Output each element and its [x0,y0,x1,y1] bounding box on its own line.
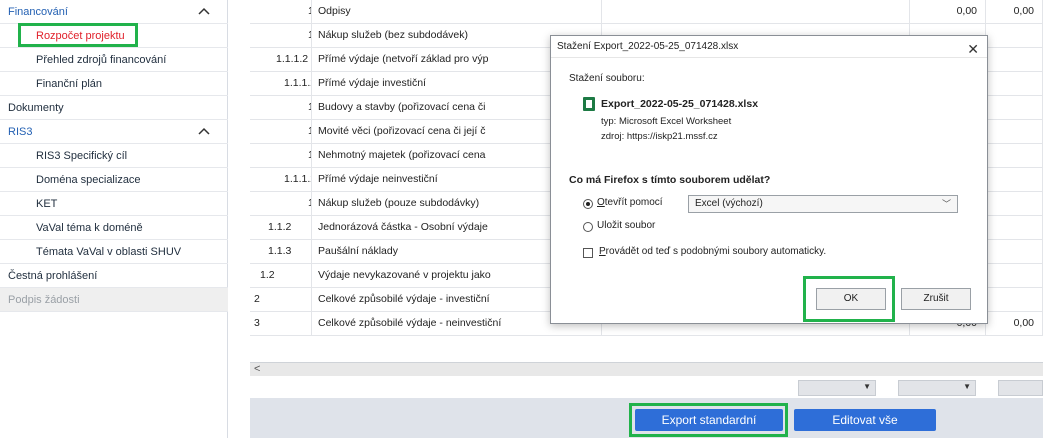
row-value-cell: 0,00 [986,0,1043,24]
sidebar-item-vaval-tema[interactable]: VaVal téma k doméně [0,216,228,240]
row-value-cell [986,216,1043,240]
sidebar-section-financovani[interactable]: Financování [0,0,228,24]
row-code-cell: 1.1.1.2.2 [250,168,312,192]
chevron-up-icon[interactable] [198,7,210,15]
sidebar-item-label: Témata VaVal v oblasti SHUV [36,245,182,258]
row-value-cell [986,120,1043,144]
auto-action-text: rovádět od teď s podobnými soubory autom… [605,246,827,257]
dropdown-arrow-icon: ▼ [863,382,871,391]
row-code-cell: 1.1.1.2.... [250,96,312,120]
file-type: typ: Microsoft Excel Worksheet [601,116,732,127]
row-value-cell [986,72,1043,96]
accelerator-key: O [597,197,605,208]
action-bar: Export standardní Editovat vše [250,398,1043,438]
download-label: Stažení souboru: [569,73,645,84]
sidebar-item-domena-specializace[interactable]: Doména specializace [0,168,228,192]
row-value-cell: 0,00 [910,0,986,24]
row-value-cell [986,144,1043,168]
sidebar-item-label: VaVal téma k doméně [36,221,143,234]
action-question: Co má Firefox s tímto souborem udělat? [569,174,771,186]
filter-select-3[interactable] [998,380,1043,396]
sidebar-item-podpis-zadosti: Podpis žádosti [0,288,228,312]
row-empty-cell [602,0,910,24]
filter-select-2[interactable]: ▼ [898,380,976,396]
download-dialog: Stažení Export_2022-05-25_071428.xlsx ✕ … [550,35,988,324]
row-value-cell [986,264,1043,288]
sidebar-item-label: Financování [8,5,68,18]
row-code-cell: 1.1.1.1.... [250,0,312,24]
filter-bar: ▼ ▼ [250,376,1043,398]
row-name-cell: Odpisy [312,0,602,24]
save-file-radio[interactable] [583,222,593,232]
row-value-cell [986,96,1043,120]
sidebar-item-label: Podpis žádosti [8,293,80,306]
sidebar-item-ket[interactable]: KET [0,192,228,216]
row-code-cell: 1.1.1.2 [250,48,312,72]
row-code-cell: 1.2 [250,264,312,288]
sidebar-section-ris3[interactable]: RIS3 [0,120,228,144]
filter-select-1[interactable]: ▼ [798,380,876,396]
excel-file-icon [583,97,595,111]
file-source: zdroj: https://iskp21.mssf.cz [601,131,718,142]
application-select[interactable]: Excel (výchozí) ﹀ [688,195,958,213]
open-with-label[interactable]: Otevřít pomocí [597,197,663,208]
sidebar-item-cestna-prohlaseni[interactable]: Čestná prohlášení [0,264,228,288]
auto-action-checkbox[interactable] [583,248,593,258]
row-code-cell: 1.1.3 [250,240,312,264]
open-with-radio[interactable] [583,199,593,209]
close-icon[interactable]: ✕ [967,38,979,60]
file-name: Export_2022-05-25_071428.xlsx [601,98,759,110]
row-value-cell [986,168,1043,192]
sidebar: Financování Rozpočet projektu Přehled zd… [0,0,228,438]
row-code-cell: 1.1.1.2.... [250,144,312,168]
dropdown-arrow-icon: ▼ [963,382,971,391]
row-code-cell: 1.1.2 [250,216,312,240]
save-file-label[interactable]: Uložit soubor [597,220,655,231]
sidebar-item-label: KET [36,197,58,210]
sidebar-item-label: RIS3 Specifický cíl [36,149,128,162]
sidebar-item-prehled-zdroju[interactable]: Přehled zdrojů financování [0,48,228,72]
export-button-highlight [629,403,788,437]
row-value-cell [986,240,1043,264]
sidebar-item-label: Dokumenty [8,101,64,114]
row-value-cell: 0,00 [986,312,1043,336]
row-code-cell: 1.1.1.1.... [250,24,312,48]
row-value-cell [986,288,1043,312]
chevron-down-icon: ﹀ [941,199,951,209]
row-code-cell: 2 [250,288,312,312]
accelerator-key: P [599,246,606,257]
scroll-left-arrow[interactable]: < [254,363,260,375]
sidebar-item-financni-plan[interactable]: Finanční plán [0,72,228,96]
dialog-title: Stažení Export_2022-05-25_071428.xlsx ✕ [551,36,987,58]
edit-all-button[interactable]: Editovat vše [794,409,936,431]
horizontal-scrollbar[interactable]: < [250,362,1043,376]
row-code-cell: 1.1.1.2.1 [250,72,312,96]
cancel-button[interactable]: Zrušit [901,288,971,310]
table-row[interactable]: 1.1.1.1....Odpisy 0,000,00 [250,0,1043,24]
row-value-cell [986,192,1043,216]
open-with-text: tevřít pomocí [604,197,663,208]
sidebar-item-dokumenty[interactable]: Dokumenty [0,96,228,120]
dialog-title-text: Stažení Export_2022-05-25_071428.xlsx [557,41,739,52]
sidebar-item-label: Doména specializace [36,173,141,186]
sidebar-item-label: Přehled zdrojů financování [36,53,167,66]
row-code-cell: 1.1.1.2.... [250,120,312,144]
auto-action-label[interactable]: Provádět od teď s podobnými soubory auto… [599,246,826,257]
row-value-cell [986,48,1043,72]
row-code-cell: 1.1.1.2.... [250,192,312,216]
save-text-a: Uloži [597,220,620,231]
sidebar-item-label: Finanční plán [36,77,103,90]
ok-button-highlight [803,276,895,322]
save-text-b: t soubor [619,220,656,231]
sidebar-item-ris3-specificky-cil[interactable]: RIS3 Specifický cíl [0,144,228,168]
sidebar-item-label: Čestná prohlášení [8,269,98,282]
row-value-cell [986,24,1043,48]
chevron-up-icon[interactable] [198,127,210,135]
row-code-cell: 3 [250,312,312,336]
sidebar-item-temata-vaval[interactable]: Témata VaVal v oblasti SHUV [0,240,228,264]
sidebar-item-label: RIS3 [8,125,33,138]
active-item-highlight [18,23,138,47]
application-select-value: Excel (výchozí) [695,198,763,209]
